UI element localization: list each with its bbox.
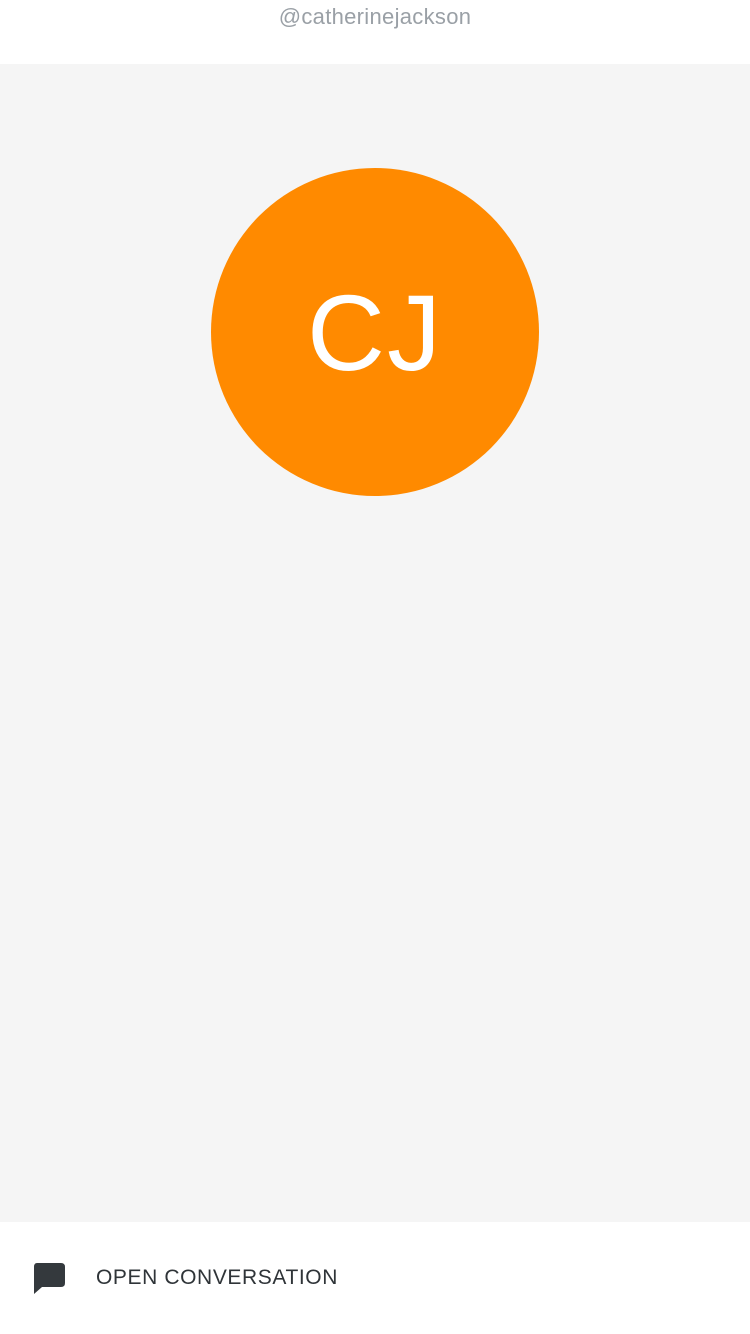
avatar-initials: CJ xyxy=(307,271,443,393)
header: @catherinejackson xyxy=(0,0,750,64)
chat-bubble-icon xyxy=(34,1263,65,1294)
footer-bar: OPEN CONVERSATION xyxy=(0,1222,750,1334)
open-conversation-button[interactable]: OPEN CONVERSATION xyxy=(0,1222,750,1334)
profile-content: CJ xyxy=(0,64,750,1222)
avatar: CJ xyxy=(211,168,539,496)
username-label: @catherinejackson xyxy=(278,4,472,29)
open-conversation-label: OPEN CONVERSATION xyxy=(96,1266,339,1289)
